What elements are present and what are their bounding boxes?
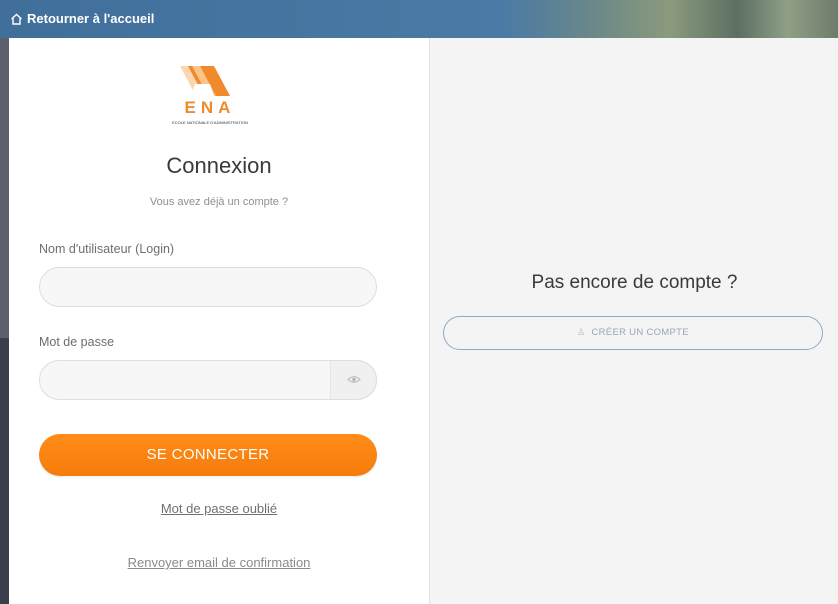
ena-logo: ENA ECOLE NATIONALE D'ADMINISTRATION [140,66,280,130]
username-label: Nom d'utilisateur (Login) [39,242,175,256]
signup-panel: Pas encore de compte ? ♙ CRÉER UN COMPTE [429,38,838,604]
home-icon [10,13,23,25]
login-button[interactable]: SE CONNECTER [39,434,377,476]
user-icon: ♙ [577,327,586,337]
create-account-button[interactable]: ♙ CRÉER UN COMPTE [443,316,823,350]
window-edge [0,38,9,604]
password-input[interactable] [39,360,377,400]
top-bar: Retourner à l'accueil [0,0,838,38]
login-subtitle: Vous avez déjà un compte ? [149,196,289,208]
show-password-button[interactable] [330,360,377,400]
back-home-link[interactable]: Retourner à l'accueil [10,11,154,26]
create-account-label: CRÉER UN COMPTE [591,327,689,338]
login-panel: ENA ECOLE NATIONALE D'ADMINISTRATION Con… [9,38,429,604]
eye-icon [346,373,361,387]
logo-subtitle: ECOLE NATIONALE D'ADMINISTRATION [172,120,248,125]
signup-question: Pas encore de compte ? [531,272,738,293]
login-title: Connexion [166,153,272,178]
username-input[interactable] [39,267,377,307]
back-home-label: Retourner à l'accueil [27,11,155,26]
resend-confirmation-link[interactable]: Renvoyer email de confirmation [9,555,429,570]
forgot-password-link[interactable]: Mot de passe oublié [9,501,429,516]
password-label: Mot de passe [39,335,115,349]
logo-letters: ENA [185,98,236,117]
